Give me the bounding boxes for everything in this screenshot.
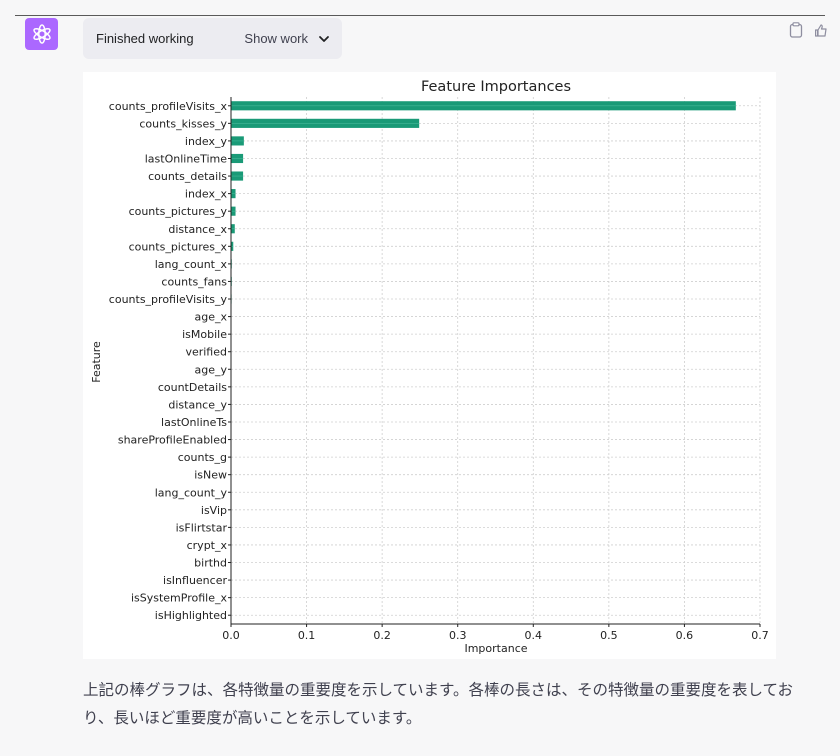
y-tick-label: crypt_x xyxy=(187,539,228,552)
assistant-avatar xyxy=(25,18,58,50)
y-tick-label: distance_y xyxy=(168,398,227,411)
y-tick-label: lang_count_x xyxy=(155,258,228,271)
x-tick-label: 0.1 xyxy=(298,629,316,642)
y-tick-label: isMobile xyxy=(182,328,227,341)
y-axis-label: Feature xyxy=(90,341,103,383)
y-tick-label: shareProfileEnabled xyxy=(118,434,227,447)
y-tick-label: lang_count_y xyxy=(155,486,228,499)
y-tick-label: counts_fans xyxy=(161,275,227,288)
assistant-answer-text: 上記の棒グラフは、各特徴量の重要度を示しています。各棒の長さは、その特徴量の重要… xyxy=(83,681,794,727)
y-tick-label: counts_pictures_y xyxy=(129,205,228,218)
x-tick-label: 0.5 xyxy=(600,629,618,642)
y-tick-label: isNew xyxy=(194,469,227,482)
work-status-label: Finished working xyxy=(96,31,194,46)
x-tick-label: 0.2 xyxy=(373,629,391,642)
top-divider xyxy=(15,15,825,16)
chart-figure: Feature Importances Importance Feature c… xyxy=(83,72,776,659)
y-tick-label: counts_kisses_y xyxy=(139,117,227,130)
y-tick-label: isSystemProfile_x xyxy=(131,592,228,605)
openai-logo-icon xyxy=(32,24,51,44)
y-tick-label: counts_profileVisits_y xyxy=(109,293,228,306)
thumbs-up-icon[interactable] xyxy=(815,24,827,38)
y-tick-label: counts_details xyxy=(148,170,227,183)
x-tick-label: 0.6 xyxy=(676,629,694,642)
chevron-down-icon xyxy=(319,35,329,42)
y-tick-label: verified xyxy=(185,346,227,359)
y-tick-label: isHighlighted xyxy=(155,609,227,622)
y-tick-label: counts_pictures_x xyxy=(129,240,228,253)
y-tick-label: isVip xyxy=(201,504,227,517)
x-tick-label: 0.4 xyxy=(525,629,543,642)
copy-icon[interactable] xyxy=(789,22,803,38)
y-tick-label: age_x xyxy=(194,311,227,324)
y-tick-label: lastOnlineTime xyxy=(145,152,227,165)
x-tick-label: 0.3 xyxy=(449,629,467,642)
feature-importance-chart: Feature Importances Importance Feature c… xyxy=(90,79,769,655)
y-tick-label: lastOnlineTs xyxy=(161,416,227,429)
x-axis-label: Importance xyxy=(464,642,527,655)
x-tick-label: 0.0 xyxy=(222,629,240,642)
y-tick-label: index_y xyxy=(185,135,228,148)
show-work-button[interactable]: Show work xyxy=(244,31,330,46)
work-status-pill: Finished working Show work xyxy=(83,18,342,59)
y-tick-label: index_x xyxy=(185,188,228,201)
y-tick-label: counts_g xyxy=(178,451,227,464)
y-tick-label: age_y xyxy=(194,363,227,376)
y-tick-label: distance_x xyxy=(168,223,227,236)
y-tick-label: counts_profileVisits_x xyxy=(109,100,228,113)
y-tick-label: isFlirtstar xyxy=(176,521,228,534)
chart-title: Feature Importances xyxy=(421,79,571,95)
y-tick-label: isInfluencer xyxy=(163,574,227,587)
x-tick-label: 0.7 xyxy=(751,629,769,642)
y-tick-label: birthd xyxy=(194,557,227,570)
show-work-label: Show work xyxy=(244,31,308,46)
y-tick-label: countDetails xyxy=(158,381,227,394)
